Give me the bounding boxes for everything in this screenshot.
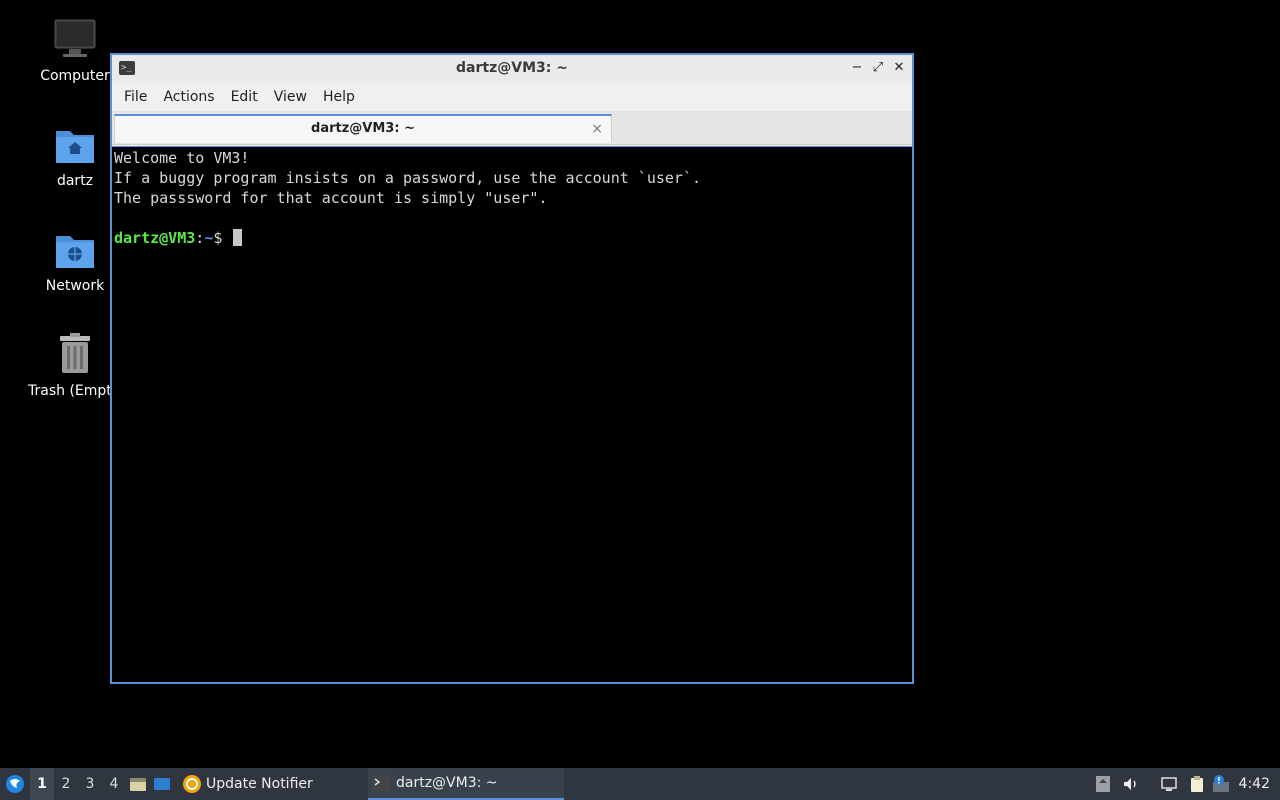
home-folder-icon <box>53 123 97 167</box>
menu-view[interactable]: View <box>266 83 315 111</box>
text-cursor <box>233 229 243 246</box>
terminal-line: Welcome to VM3! <box>114 149 250 167</box>
trash-icon <box>53 333 97 377</box>
menu-edit[interactable]: Edit <box>223 83 266 111</box>
desktop-icon-trash[interactable]: Trash (Empty) <box>25 333 110 399</box>
file-manager-launcher[interactable] <box>126 768 150 800</box>
workspace-2[interactable]: 2 <box>54 768 78 800</box>
workspace-3[interactable]: 3 <box>78 768 102 800</box>
prompt-user-host: dartz@VM3 <box>114 229 196 247</box>
workspace-4[interactable]: 4 <box>102 768 126 800</box>
show-desktop-launcher[interactable] <box>150 768 174 800</box>
window-titlebar[interactable]: >_ dartz@VM3: ~ − ⤢ ✕ <box>112 55 912 83</box>
maximize-button[interactable]: ⤢ <box>869 59 887 77</box>
tab-terminal[interactable]: dartz@VM3: ~ × <box>114 114 612 143</box>
taskbar: 1 2 3 4 Update Notifier dartz@VM3: ~ 4:4… <box>0 768 1280 800</box>
menu-bar: File Actions Edit View Help <box>112 83 912 111</box>
prompt-colon: : <box>195 229 205 247</box>
shell-prompt: dartz@VM3:~$ <box>114 228 910 248</box>
start-menu-icon <box>6 775 24 793</box>
tab-bar: dartz@VM3: ~ × <box>112 111 912 145</box>
task-terminal[interactable]: dartz@VM3: ~ <box>368 768 564 800</box>
task-update-notifier[interactable]: Update Notifier <box>178 768 368 800</box>
volume-icon[interactable] <box>1119 768 1143 800</box>
menu-help[interactable]: Help <box>315 83 363 111</box>
tab-close-icon[interactable]: × <box>591 116 603 142</box>
computer-icon <box>53 18 97 62</box>
file-manager-icon <box>130 778 146 791</box>
close-button[interactable]: ✕ <box>890 59 908 77</box>
tray-drive-icon[interactable] <box>1091 768 1115 800</box>
window-title: dartz@VM3: ~ <box>456 60 568 76</box>
prompt-symbol: $ <box>213 229 232 247</box>
task-label: dartz@VM3: ~ <box>396 775 498 791</box>
clock[interactable]: 4:42 <box>1233 776 1280 792</box>
network-icon[interactable] <box>1157 768 1181 800</box>
terminal-icon <box>372 775 390 791</box>
tab-label: dartz@VM3: ~ <box>311 121 415 136</box>
terminal-window: >_ dartz@VM3: ~ − ⤢ ✕ File Actions Edit … <box>110 53 914 684</box>
desktop-label-trash: Trash (Empty) <box>28 383 110 399</box>
prompt-path: ~ <box>204 229 214 247</box>
system-tray: 4:42 <box>1091 768 1280 800</box>
start-menu-button[interactable] <box>0 768 30 800</box>
terminal-output[interactable]: Welcome to VM3! If a buggy program insis… <box>112 146 912 682</box>
network-folder-icon <box>53 228 97 272</box>
menu-actions[interactable]: Actions <box>155 83 222 111</box>
terminal-line: If a buggy program insists on a password… <box>114 169 701 187</box>
desktop-icon <box>154 778 170 790</box>
terminal-line: The passsword for that account is simply… <box>114 189 548 207</box>
update-alert-icon[interactable] <box>1209 768 1233 800</box>
workspace-1[interactable]: 1 <box>30 768 54 800</box>
menu-file[interactable]: File <box>116 83 155 111</box>
clipboard-icon[interactable] <box>1185 768 1209 800</box>
task-label: Update Notifier <box>206 776 313 792</box>
update-notifier-icon <box>183 775 201 793</box>
minimize-button[interactable]: − <box>848 59 866 77</box>
